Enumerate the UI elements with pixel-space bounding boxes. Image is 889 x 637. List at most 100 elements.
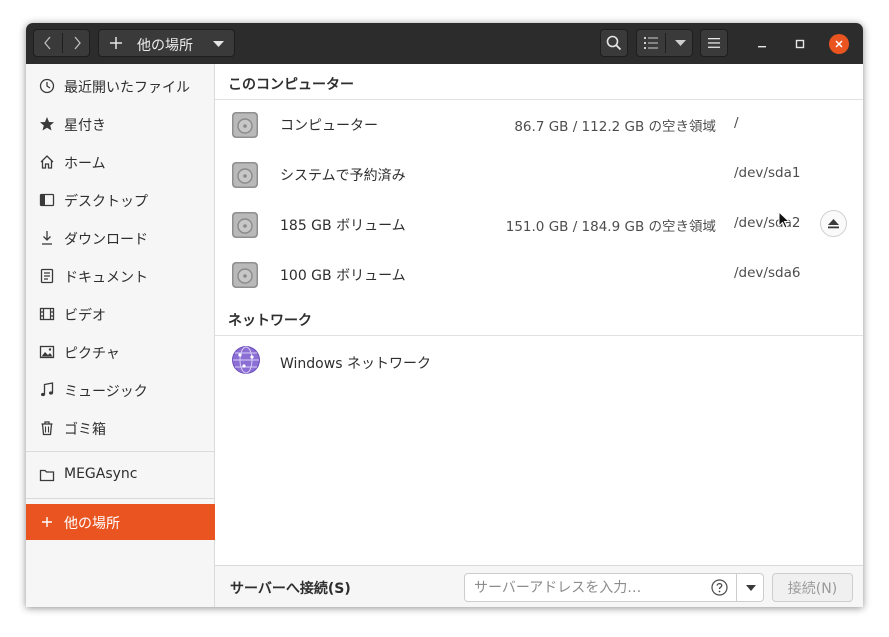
list-view-icon [644, 37, 658, 49]
caret-down-icon [674, 40, 686, 46]
help-icon[interactable] [711, 579, 728, 596]
sidebar-item-label: ホーム [64, 156, 106, 172]
drive-icon [232, 262, 258, 288]
drive-row-100gb[interactable]: 100 GB ボリューム /dev/sda6 [215, 250, 863, 300]
minimize-icon [758, 46, 766, 48]
trash-icon [41, 421, 53, 436]
drive-icon [232, 112, 258, 138]
desktop-icon [39, 193, 55, 207]
list-view-button[interactable] [637, 30, 665, 56]
drive-name: 185 GB ボリューム [280, 218, 406, 234]
caret-down-icon [746, 584, 756, 591]
drive-row-computer[interactable]: コンピューター 86.7 GB / 112.2 GB の空き領域 / [215, 100, 863, 150]
eject-button[interactable] [820, 210, 847, 237]
minimize-button[interactable] [752, 34, 772, 54]
home-icon [40, 155, 54, 169]
drive-name: システムで予約済み [280, 168, 406, 184]
plus-icon [110, 37, 122, 49]
sidebar-item-label: ミュージック [64, 384, 148, 400]
computer-section-title: このコンピューター [228, 77, 354, 93]
sidebar-item-recent[interactable]: 最近開いたファイル [26, 68, 215, 104]
sidebar-item-label: 星付き [64, 118, 106, 134]
document-icon [40, 268, 54, 284]
drive-path: /dev/sda2 [734, 215, 801, 231]
maximize-button[interactable] [790, 34, 810, 54]
clock-icon [39, 78, 55, 94]
chevron-left-icon [44, 36, 51, 50]
picture-icon [39, 345, 55, 359]
back-button[interactable] [34, 30, 62, 56]
network-row-windows[interactable]: Windows ネットワーク [215, 336, 863, 386]
network-name: Windows ネットワーク [280, 356, 431, 372]
video-icon [39, 307, 55, 321]
search-button[interactable] [600, 29, 628, 57]
drive-icon [232, 162, 258, 188]
chevron-right-icon [74, 36, 81, 50]
network-globe-icon [232, 346, 260, 374]
view-buttons [636, 29, 693, 57]
mouse-pointer-icon [778, 211, 790, 229]
sidebar-item-documents[interactable]: ドキュメント [26, 258, 215, 294]
sidebar-item-label: 他の場所 [64, 516, 120, 532]
server-address-combo [464, 573, 764, 602]
search-icon [606, 35, 622, 51]
navigation-buttons [33, 29, 90, 57]
connect-to-server-label: サーバーへ接続(S) [230, 581, 351, 597]
main-content: このコンピューター コンピューター 86.7 GB / 112.2 GB の空き… [215, 64, 863, 565]
network-section-title: ネットワーク [228, 313, 312, 329]
sidebar-item-videos[interactable]: ビデオ [26, 296, 215, 332]
sidebar-item-downloads[interactable]: ダウンロード [26, 220, 215, 256]
drive-row-system-reserved[interactable]: システムで予約済み /dev/sda1 [215, 150, 863, 200]
forward-button[interactable] [63, 30, 91, 56]
sidebar-item-trash[interactable]: ゴミ箱 [26, 410, 215, 446]
sidebar-item-pictures[interactable]: ピクチャ [26, 334, 215, 370]
hamburger-menu-icon [708, 38, 720, 48]
location-button[interactable]: 他の場所 [98, 29, 235, 57]
sidebar-item-label: ゴミ箱 [64, 422, 106, 438]
file-manager-window: 他の場所 最近開いたファイル 星付き ホーム デスクトップ ダウンロード ドキュ… [26, 23, 863, 607]
sidebar-item-label: ドキュメント [64, 270, 148, 286]
sidebar-item-desktop[interactable]: デスクトップ [26, 182, 215, 218]
sidebar-item-label: ビデオ [64, 308, 106, 324]
sidebar-item-label: MEGAsync [64, 466, 138, 482]
sidebar-item-other-locations[interactable]: 他の場所 [26, 504, 215, 540]
download-icon [42, 231, 52, 245]
drive-row-185gb[interactable]: 185 GB ボリューム 151.0 GB / 184.9 GB の空き領域 /… [215, 200, 863, 250]
eject-icon [828, 218, 839, 228]
sidebar-item-label: デスクトップ [64, 194, 148, 210]
sidebar-separator [26, 498, 215, 499]
connect-to-server-bar: サーバーへ接続(S) 接続(N) [215, 565, 863, 607]
server-address-input[interactable] [465, 574, 705, 601]
sidebar-item-starred[interactable]: 星付き [26, 106, 215, 142]
drive-icon [232, 212, 258, 238]
drive-name: コンピューター [280, 118, 378, 134]
headerbar: 他の場所 [26, 23, 863, 65]
close-icon [835, 40, 843, 48]
drive-path: / [734, 115, 739, 131]
sidebar: 最近開いたファイル 星付き ホーム デスクトップ ダウンロード ドキュメント ビ… [26, 64, 215, 607]
view-options-button[interactable] [666, 30, 694, 56]
star-icon [40, 117, 54, 131]
menu-button[interactable] [700, 29, 728, 57]
sidebar-separator [26, 451, 215, 452]
folder-icon [39, 469, 55, 482]
sidebar-item-home[interactable]: ホーム [26, 144, 215, 180]
connect-button[interactable]: 接続(N) [772, 573, 853, 602]
drive-free-space: 151.0 GB / 184.9 GB の空き領域 [505, 219, 716, 235]
maximize-icon [795, 39, 805, 49]
plus-icon [42, 517, 52, 527]
drive-path: /dev/sda6 [734, 265, 801, 281]
sidebar-item-music[interactable]: ミュージック [26, 372, 215, 408]
recent-servers-dropdown[interactable] [736, 574, 765, 601]
location-label: 他の場所 [137, 38, 193, 54]
sidebar-item-label: ピクチャ [64, 346, 120, 362]
drive-free-space: 86.7 GB / 112.2 GB の空き領域 [514, 119, 716, 135]
sidebar-item-megasync[interactable]: MEGAsync [26, 457, 215, 493]
sidebar-item-label: 最近開いたファイル [64, 80, 190, 96]
caret-down-icon [213, 41, 224, 47]
drive-path: /dev/sda1 [734, 165, 801, 181]
close-button[interactable] [829, 34, 849, 54]
sidebar-item-label: ダウンロード [64, 232, 148, 248]
music-icon [41, 382, 54, 397]
drive-name: 100 GB ボリューム [280, 268, 406, 284]
